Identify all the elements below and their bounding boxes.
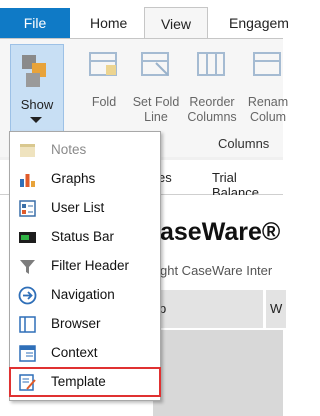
menu-item-filter-header[interactable]: Filter Header	[10, 252, 160, 281]
fold-button[interactable]: Fold	[76, 45, 132, 127]
set-fold-line-label: Set Fold Line	[132, 95, 180, 124]
user-list-icon	[19, 200, 36, 217]
table-header-cell: p	[153, 290, 263, 328]
columns-group-label: Columns	[218, 136, 270, 151]
set-fold-line-icon	[141, 52, 169, 76]
tab-view[interactable]: View	[144, 7, 208, 40]
menu-item-label: User List	[51, 200, 105, 215]
show-label: Show	[20, 97, 54, 112]
menu-item-label: Status Bar	[51, 229, 115, 244]
menu-item-status-bar[interactable]: Status Bar	[10, 223, 160, 252]
status-bar-icon	[19, 232, 36, 243]
menu-item-label: Graphs	[51, 171, 96, 186]
fold-label: Fold	[91, 95, 117, 109]
reorder-columns-label: Reorder Columns	[187, 95, 237, 124]
navigation-icon	[18, 286, 37, 305]
reorder-columns-button[interactable]: Reorder Columns	[184, 45, 240, 127]
menu-item-label: Filter Header	[51, 258, 130, 273]
menu-item-browser[interactable]: Browser	[10, 310, 160, 339]
chevron-down-icon	[30, 117, 42, 123]
rename-columns-button[interactable]: Renam Colum	[240, 45, 296, 127]
menu-item-label: Template	[51, 374, 106, 389]
show-button[interactable]: Show	[10, 44, 64, 138]
set-fold-line-button[interactable]: Set Fold Line	[128, 45, 184, 127]
template-icon	[19, 374, 36, 391]
menu-item-label: Context	[51, 345, 98, 360]
copyright-text: ght CaseWare Inter	[160, 263, 273, 278]
ribbon-tab-bar: File Home View Engagem	[0, 0, 289, 40]
graphs-icon	[20, 174, 35, 187]
menu-item-label: Navigation	[51, 287, 115, 302]
menu-item-graphs[interactable]: Graphs	[10, 165, 160, 194]
show-dropdown-menu: Notes Graphs User List Status Bar Filter…	[9, 131, 161, 401]
tab-file[interactable]: File	[0, 8, 70, 38]
tab-engagement[interactable]: Engagem	[229, 8, 289, 38]
tab-home[interactable]: Home	[90, 8, 127, 38]
show-icon	[22, 55, 46, 87]
menu-item-label: Browser	[51, 316, 101, 331]
fold-icon	[89, 52, 117, 76]
menu-item-template[interactable]: Template	[9, 367, 161, 397]
notes-icon	[20, 144, 35, 157]
menu-item-user-list[interactable]: User List	[10, 194, 160, 223]
rename-columns-label: Renam Colum	[247, 95, 289, 124]
menu-item-navigation[interactable]: Navigation	[10, 281, 160, 310]
rename-columns-icon	[253, 52, 281, 76]
browser-icon	[19, 316, 36, 333]
content-panel	[153, 330, 283, 416]
context-icon	[19, 345, 36, 362]
table-header-cell: W	[266, 290, 286, 328]
menu-item-notes: Notes	[10, 136, 160, 165]
brand-title: aseWare®	[160, 218, 281, 246]
filter-icon	[20, 260, 35, 274]
menu-item-context[interactable]: Context	[10, 339, 160, 368]
reorder-columns-icon	[197, 52, 225, 76]
table-header-text: W	[270, 301, 283, 316]
menu-item-label: Notes	[51, 142, 87, 157]
